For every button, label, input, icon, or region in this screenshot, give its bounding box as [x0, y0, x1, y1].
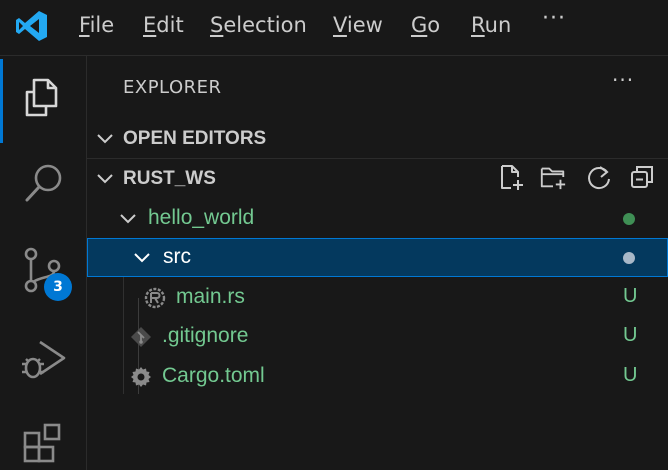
tree-item-label: main.rs — [176, 285, 245, 308]
tree-item-label: Cargo.toml — [162, 364, 265, 387]
active-indicator — [0, 59, 3, 143]
menu-run-label: Run — [471, 13, 512, 37]
workspace-label: RUST_WS — [123, 168, 216, 189]
rust-file-icon — [144, 287, 166, 309]
modified-dot-icon — [623, 213, 635, 225]
workspace-section[interactable]: RUST_WS — [87, 160, 668, 198]
chevron-down-icon — [120, 214, 136, 224]
explorer-icon[interactable] — [22, 76, 64, 118]
tree-item-label: src — [163, 245, 191, 268]
menu-go-label: Go — [411, 13, 441, 37]
tree-item-src[interactable]: src — [87, 238, 668, 277]
tree-item-gitignore[interactable]: .gitignore U — [87, 317, 668, 356]
search-icon[interactable] — [22, 160, 66, 204]
tree-item-hello-world[interactable]: hello_world — [87, 199, 668, 238]
tree-item-cargo-toml[interactable]: Cargo.toml U — [87, 357, 668, 396]
open-editors-label: OPEN EDITORS — [123, 128, 267, 149]
extensions-icon[interactable] — [22, 422, 66, 466]
tree-item-label: hello_world — [148, 206, 255, 229]
source-control-badge: 3 — [44, 273, 72, 301]
explorer-title: EXPLORER — [123, 77, 222, 98]
chevron-down-icon — [97, 174, 113, 184]
title-bar: File Edit Selection View Go Run ··· — [0, 0, 668, 56]
explorer-more-button[interactable]: ··· — [612, 68, 634, 92]
menu-more-button[interactable]: ··· — [542, 6, 566, 31]
chevron-down-icon — [97, 134, 113, 144]
modified-dot-icon — [623, 252, 635, 264]
git-icon — [131, 327, 151, 347]
tree-item-label: .gitignore — [162, 324, 249, 347]
untracked-status: U — [623, 285, 638, 307]
menu-selection-label: Selection — [210, 13, 307, 37]
open-editors-section[interactable]: OPEN EDITORS — [87, 120, 668, 158]
untracked-status: U — [623, 364, 638, 386]
explorer-sidebar: EXPLORER ··· OPEN EDITORS RUST_WS hello_… — [87, 56, 668, 470]
vscode-logo-icon — [16, 11, 47, 41]
menu-edit[interactable]: Edit — [143, 12, 184, 38]
tree-item-main-rs[interactable]: main.rs U — [87, 278, 668, 317]
untracked-status: U — [623, 324, 638, 346]
menu-file[interactable]: File — [79, 12, 114, 38]
menu-run[interactable]: Run — [471, 12, 511, 38]
menu-file-label: File — [79, 13, 115, 37]
menu-view-label: View — [333, 13, 383, 37]
menu-edit-label: Edit — [143, 13, 184, 37]
new-file-icon[interactable] — [497, 163, 525, 191]
run-debug-icon[interactable] — [20, 336, 68, 382]
section-divider — [87, 158, 668, 159]
menu-view[interactable]: View — [333, 12, 383, 38]
activity-bar: 3 — [0, 56, 87, 470]
collapse-all-icon[interactable] — [628, 163, 656, 191]
menu-go[interactable]: Go — [411, 12, 440, 38]
refresh-icon[interactable] — [585, 163, 613, 191]
gear-icon — [131, 367, 151, 387]
chevron-down-icon — [134, 253, 150, 263]
new-folder-icon[interactable] — [539, 163, 567, 191]
menu-selection[interactable]: Selection — [210, 12, 307, 38]
